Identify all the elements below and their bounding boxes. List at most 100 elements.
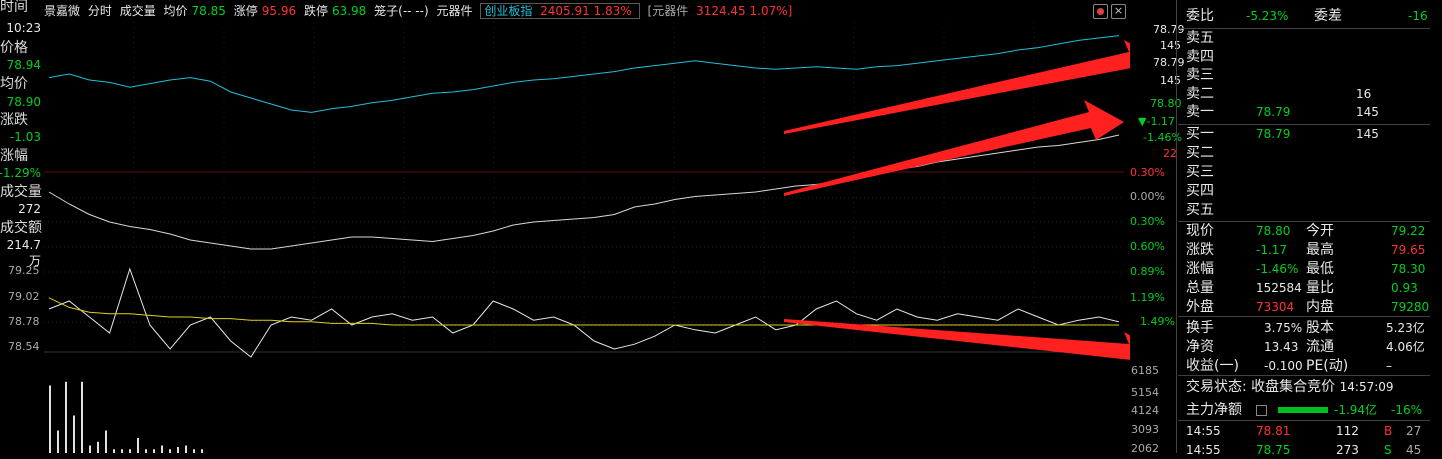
volume-bar — [201, 449, 203, 453]
list-icon[interactable] — [1256, 405, 1267, 416]
tick-count: 45 — [1406, 443, 1422, 457]
fin-row[interactable]: 收益(一) -0.100 PE(动) – — [1186, 357, 1426, 375]
ask-row[interactable]: 卖三 — [1186, 66, 1426, 84]
quote-value-2: 79280 — [1391, 300, 1430, 314]
price-label: 价格 — [0, 40, 28, 56]
ask-row[interactable]: 卖二 16 — [1186, 85, 1426, 103]
ask-row[interactable]: 卖五 — [1186, 29, 1426, 47]
quote-label-2: 最高 — [1306, 242, 1334, 258]
bid-label: 买二 — [1186, 145, 1214, 161]
bid-row[interactable]: 买三 — [1186, 163, 1426, 181]
order-diff-value: -16 — [1408, 9, 1428, 23]
quote-value: -1.17 — [1256, 243, 1288, 257]
axis-tick-9: 0.00% — [1130, 190, 1165, 203]
amount-label: 成交额 — [0, 220, 42, 236]
index-name[interactable]: 创业板指 — [484, 4, 532, 18]
bid-label: 买五 — [1186, 202, 1214, 218]
quote-value-2: 79.65 — [1391, 243, 1426, 257]
volume-bar — [177, 447, 179, 453]
quote-label-2: 今开 — [1306, 223, 1334, 239]
main-flow-pct: -16% — [1391, 403, 1423, 417]
sector-index-name[interactable]: [元器件 — [648, 4, 689, 18]
fin-label: 净资 — [1186, 339, 1214, 355]
left-tick-2: 78.78 — [8, 315, 40, 328]
axis-tick-8: 0.30% — [1130, 166, 1165, 179]
bid-row[interactable]: 买五 — [1186, 201, 1426, 219]
bid-row[interactable]: 买二 — [1186, 144, 1426, 162]
status-value: 收盘集合竞价 — [1251, 379, 1336, 395]
quote-row[interactable]: 总量 152584 量比 0.93 — [1186, 279, 1426, 297]
quote-label-2: 内盘 — [1306, 299, 1334, 315]
ask-label: 卖二 — [1186, 85, 1214, 102]
order-ratio-value: -5.23% — [1246, 9, 1289, 23]
quote-value: 78.80 — [1256, 224, 1291, 238]
ask-label: 卖三 — [1186, 67, 1214, 83]
quote-label: 涨跌 — [1186, 242, 1214, 258]
quote-row[interactable]: 现价 78.80 今开 79.22 — [1186, 222, 1426, 240]
volume-bar — [129, 449, 131, 453]
bid-row[interactable]: 买一 78.79 145 — [1186, 125, 1426, 143]
axis-tick-10: 0.30% — [1130, 215, 1165, 228]
volume-label: 成交量 — [0, 184, 42, 200]
sector-index-value: 3124.45 1.07%] — [696, 4, 793, 18]
annotation-arrow — [784, 319, 1130, 360]
bid-row[interactable]: 买四 — [1186, 182, 1426, 200]
quote-row[interactable]: 涨跌 -1.17 最高 79.65 — [1186, 241, 1426, 259]
time-value: 10:23 — [6, 21, 41, 35]
avg-value: 78.90 — [6, 95, 41, 109]
left-tick-3: 78.54 — [8, 340, 40, 353]
time-label: 时间 — [0, 0, 28, 15]
close-icon[interactable]: × — [1111, 4, 1126, 19]
ask-label: 卖四 — [1186, 48, 1214, 65]
axis-tick-13: 1.19% — [1130, 291, 1165, 304]
volume-bar — [193, 449, 195, 453]
quote-value-2: 0.93 — [1391, 281, 1418, 295]
order-book-panel: 委比 -5.23% 委差 -16 交易状态: 收盘集合竞价 14:57:09 主… — [1178, 0, 1430, 457]
order-ratio-label: 委比 — [1186, 8, 1214, 24]
main-flow-row: 主力净额 -1.94亿 -16% — [1186, 401, 1426, 419]
fin-label-2: 流通 — [1306, 339, 1334, 355]
stock-name[interactable]: 景嘉微 — [44, 4, 80, 18]
fin-value-2: – — [1386, 359, 1392, 373]
main-flow-value: -1.94亿 — [1334, 403, 1378, 417]
left-tick-1: 79.02 — [8, 290, 40, 303]
change-value: -1.03 — [9, 130, 41, 144]
tick-row[interactable]: 14:55 78.81 112 B 27 — [1186, 422, 1426, 440]
quote-value: 152584 — [1256, 281, 1302, 295]
quote-row[interactable]: 外盘 73304 内盘 79280 — [1186, 298, 1430, 316]
quote-value-2: 79.22 — [1391, 224, 1426, 238]
tick-time: 14:55 — [1186, 424, 1221, 438]
volume-bar — [105, 430, 107, 453]
tick-row[interactable]: 14:55 78.75 273 S 45 — [1186, 441, 1426, 459]
vol-tick-1: 5154 — [1131, 386, 1159, 399]
axis-tick-7: 22 — [1163, 147, 1177, 160]
fin-label: 收益(一) — [1186, 358, 1239, 374]
ask-row[interactable]: 卖一 78.79 145 — [1186, 103, 1426, 121]
volume-bar — [145, 449, 147, 453]
fin-row[interactable]: 换手 3.75% 股本 5.23亿 — [1186, 319, 1426, 337]
quote-value-2: 78.30 — [1391, 262, 1426, 276]
fin-value: 13.43 — [1264, 340, 1299, 354]
volume-mode-label[interactable]: 成交量 — [120, 4, 156, 18]
fin-label-2: 股本 — [1306, 320, 1334, 336]
volume-bar — [97, 441, 99, 453]
volume-bar — [73, 415, 75, 453]
mode-label[interactable]: 分时 — [88, 4, 112, 18]
side-strip[interactable] — [1430, 0, 1442, 453]
volume-bar — [57, 430, 59, 453]
status-time: 14:57:09 — [1339, 380, 1394, 394]
ask-row[interactable]: 卖四 — [1186, 48, 1426, 66]
quote-row[interactable]: 涨幅 -1.46% 最低 78.30 — [1186, 260, 1426, 278]
volume-bar — [49, 385, 51, 453]
order-diff-label: 委差 — [1314, 8, 1342, 24]
fin-label-2: PE(动) — [1306, 358, 1349, 374]
main-flow-bar — [1278, 407, 1328, 413]
limit-down-label: 跌停 — [303, 4, 328, 18]
tick-price: 78.81 — [1256, 424, 1291, 438]
sector-label[interactable]: 元器件 — [436, 4, 472, 18]
pct-label: 涨幅 — [0, 148, 28, 164]
fin-row[interactable]: 净资 13.43 流通 4.06亿 — [1186, 338, 1426, 356]
volume-bar — [89, 445, 91, 453]
indicator-icon[interactable] — [1093, 4, 1108, 19]
fin-value: 3.75% — [1264, 321, 1303, 335]
